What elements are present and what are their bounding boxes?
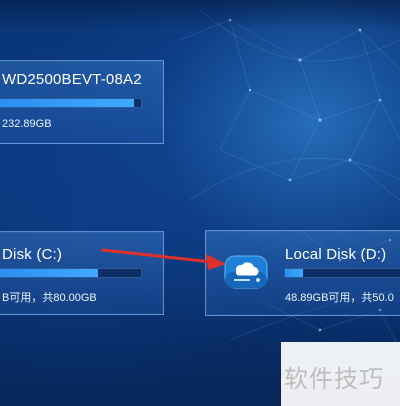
drive-usage-bar — [0, 98, 142, 108]
drive-usage-bar — [284, 268, 400, 278]
cloud-drive-icon — [222, 250, 270, 292]
drive-usage-bar — [0, 268, 142, 278]
drive-usage-fill — [0, 269, 99, 277]
drive-usage-fill — [285, 269, 303, 277]
drive-capacity-text: B可用，共80.00GB — [2, 292, 97, 304]
drive-capacity-text: 232.89GB — [2, 118, 52, 130]
drive-name: Local Disk (D:) — [285, 246, 387, 263]
drive-capacity-text: 48.89GB可用，共50.0 — [285, 292, 394, 304]
top-shadow — [0, 0, 400, 30]
drive-usage-fill — [0, 99, 134, 107]
watermark-text: 软件技巧 — [284, 366, 384, 393]
drive-name: Disk (C:) — [2, 246, 63, 263]
drive-name: WD2500BEVT-08A2 — [2, 71, 142, 88]
